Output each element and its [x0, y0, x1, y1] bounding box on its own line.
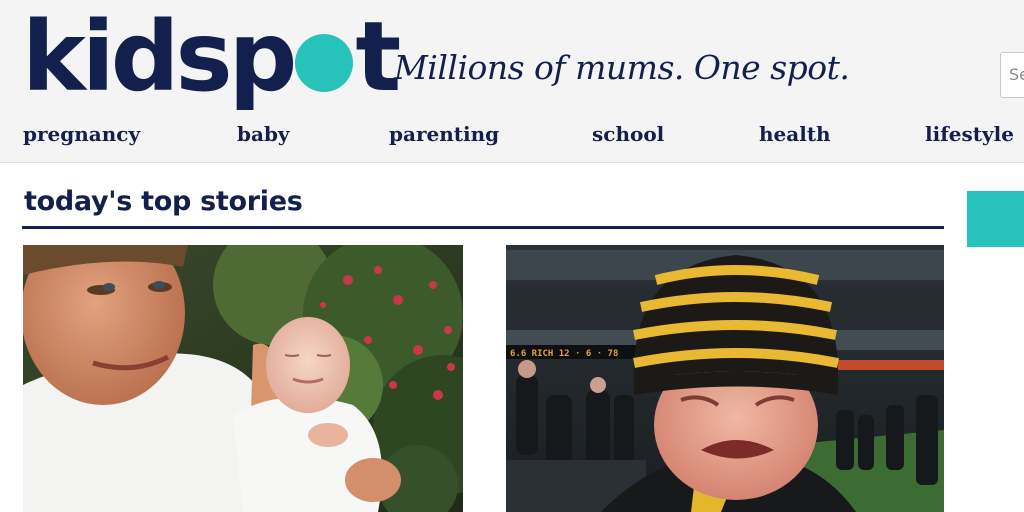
tagline: Millions of mums. One spot. [394, 48, 850, 87]
section-divider [22, 226, 944, 229]
nav-item-parenting[interactable]: parenting [389, 122, 499, 146]
site-header: kidspt Millions of mums. One spot. Se pr… [0, 0, 1024, 163]
section-title: today's top stories [24, 186, 303, 217]
nav-item-school[interactable]: school [592, 122, 664, 146]
sidebar-teal-button[interactable] [967, 191, 1024, 247]
story-card-2[interactable]: 6.6 RICH 12 · 6 · 78 [506, 245, 944, 512]
logo-wordmark: kidsp t [22, 1, 401, 113]
scoreboard-text: 6.6 RICH 12 · 6 · 78 [510, 349, 618, 359]
main-nav: pregnancy baby parenting school health l… [0, 118, 1024, 154]
nav-item-health[interactable]: health [759, 122, 831, 146]
crying-boy-in-beanie-photo: 6.6 RICH 12 · 6 · 78 [506, 245, 944, 512]
kidspot-logo[interactable]: kidsp t [22, 1, 401, 113]
nav-item-lifestyle[interactable]: lifestyle [925, 122, 1014, 146]
nav-item-baby[interactable]: baby [237, 122, 290, 146]
father-holding-newborn-photo [23, 245, 463, 512]
story-card-1[interactable] [23, 245, 463, 512]
nav-item-pregnancy[interactable]: pregnancy [23, 122, 140, 146]
logo-dot-icon [295, 34, 354, 92]
search-input[interactable]: Se [1000, 52, 1024, 98]
